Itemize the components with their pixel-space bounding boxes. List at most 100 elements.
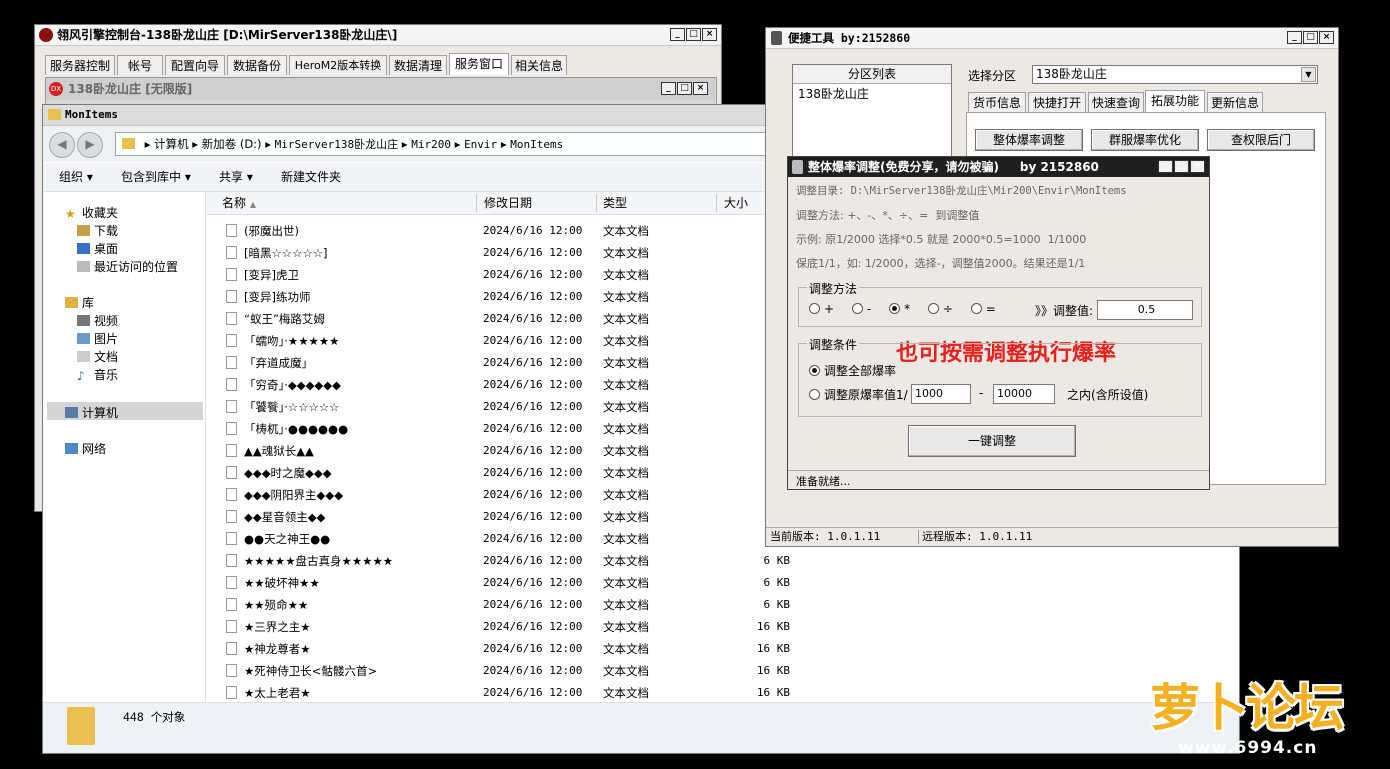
tool-maximize-icon[interactable]: □: [1303, 31, 1318, 44]
tab-quick-query[interactable]: 快速查询: [1088, 92, 1144, 112]
table-row[interactable]: 「饕餮」·☆☆☆☆☆ 2024/6/16 12:00 文本文档: [206, 396, 766, 418]
tab-currency[interactable]: 货币信息: [968, 92, 1026, 112]
check-backdoor-button[interactable]: 查权限后门: [1207, 129, 1315, 151]
col-date[interactable]: 修改日期: [484, 192, 532, 214]
dialog-close-icon[interactable]: ×: [1190, 160, 1205, 173]
child-maximize-icon[interactable]: □: [677, 82, 692, 95]
chevron-down-icon[interactable]: ▼: [1301, 67, 1316, 82]
crumb-mir200[interactable]: Mir200: [411, 138, 451, 151]
table-row[interactable]: ★死神侍卫长<骷髅六首> 2024/6/16 12:00 文本文档 16 KB: [206, 660, 790, 682]
range-from-input[interactable]: 1000: [911, 384, 971, 404]
value-label: 》》调整值:: [1035, 304, 1094, 318]
tab-herom2[interactable]: HeroM2版本转换: [289, 55, 387, 75]
forward-icon[interactable]: ▶: [77, 132, 103, 158]
op-minus-radio[interactable]: -: [851, 302, 871, 316]
table-row[interactable]: “蚁王”梅路艾姆 2024/6/16 12:00 文本文档: [206, 308, 766, 330]
nav-network[interactable]: 网络: [65, 440, 106, 457]
table-row[interactable]: ★太上老君★ 2024/6/16 12:00 文本文档 16 KB: [206, 682, 790, 704]
group-optimize-button[interactable]: 群服爆率优化: [1091, 129, 1199, 151]
dialog-minimize-icon[interactable]: _: [1158, 160, 1173, 173]
tab-data-clean[interactable]: 数据清理: [389, 55, 447, 75]
table-row[interactable]: ★★★★★盘古真身★★★★★ 2024/6/16 12:00 文本文档 6 KB: [206, 550, 790, 572]
table-row[interactable]: [变异]练功师 2024/6/16 12:00 文本文档: [206, 286, 766, 308]
tab-related-info[interactable]: 相关信息: [511, 55, 567, 75]
partition-item[interactable]: 138卧龙山庄: [793, 84, 951, 104]
console-titlebar[interactable]: 翎风引擎控制台-138卧龙山庄 [D:\MirServer138卧龙山庄\] _…: [35, 25, 721, 46]
child-minimize-icon[interactable]: _: [661, 82, 676, 95]
nav-favorites[interactable]: ★ 收藏夹: [65, 204, 118, 221]
col-type[interactable]: 类型: [603, 192, 627, 214]
tab-update-info[interactable]: 更新信息: [1207, 92, 1263, 112]
file-size: 16 KB: [756, 664, 790, 677]
tab-server-control[interactable]: 服务器控制: [45, 55, 115, 75]
table-row[interactable]: ★★破坏神★★ 2024/6/16 12:00 文本文档 6 KB: [206, 572, 790, 594]
tab-quick-open[interactable]: 快捷打开: [1028, 92, 1086, 112]
table-row[interactable]: ▲▲魂狱长▲▲ 2024/6/16 12:00 文本文档: [206, 440, 766, 462]
nav-downloads[interactable]: 下载: [77, 222, 118, 239]
nav-computer[interactable]: 计算机: [47, 402, 203, 420]
table-row[interactable]: [暗黑☆☆☆☆☆] 2024/6/16 12:00 文本文档: [206, 242, 766, 264]
col-size[interactable]: 大小: [724, 192, 748, 214]
nav-documents[interactable]: 文档: [77, 348, 118, 365]
table-row[interactable]: 「穷奇」·◆◆◆◆◆◆ 2024/6/16 12:00 文本文档: [206, 374, 766, 396]
tool-close-icon[interactable]: ×: [1319, 31, 1334, 44]
tab-extend[interactable]: 拓展功能: [1145, 90, 1205, 112]
opt-range-radio[interactable]: 调整原爆率值1/: [809, 386, 908, 403]
nav-videos[interactable]: 视频: [77, 312, 118, 329]
partition-select[interactable]: 138卧龙山庄 ▼: [1032, 65, 1318, 84]
crumb-envir[interactable]: Envir: [464, 138, 497, 151]
tab-data-backup[interactable]: 数据备份: [227, 55, 287, 75]
child-close-icon[interactable]: ×: [693, 82, 708, 95]
table-row[interactable]: ★三界之主★ 2024/6/16 12:00 文本文档 16 KB: [206, 616, 790, 638]
minimize-icon[interactable]: _: [670, 28, 685, 41]
one-click-adjust-button[interactable]: 一键调整: [908, 425, 1076, 457]
dialog-titlebar[interactable]: 整体爆率调整(免费分享，请勿被骗) by 2152860 _ □ ×: [788, 157, 1209, 177]
table-row[interactable]: ◆◆星音领主◆◆ 2024/6/16 12:00 文本文档: [206, 506, 766, 528]
table-row[interactable]: [变异]虎卫 2024/6/16 12:00 文本文档: [206, 264, 766, 286]
tab-config-wizard[interactable]: 配置向导: [165, 55, 225, 75]
text-file-icon: [226, 642, 237, 655]
crumb-mirserver[interactable]: MirServer138卧龙山庄: [275, 138, 398, 151]
table-row[interactable]: (邪魔出世)2024/6/16 12:00文本文档1: [206, 220, 790, 242]
adjust-value-input[interactable]: 0.5: [1097, 300, 1193, 320]
op-multiply-radio[interactable]: *: [889, 302, 910, 316]
tool-minimize-icon[interactable]: _: [1287, 31, 1302, 44]
overall-droprate-button[interactable]: 整体爆率调整: [975, 129, 1083, 151]
table-row[interactable]: ★神龙尊者★ 2024/6/16 12:00 文本文档 16 KB: [206, 638, 790, 660]
op-plus-radio[interactable]: +: [809, 302, 834, 316]
organize-button[interactable]: 组织 ▾: [59, 163, 93, 191]
desktop-icon: [77, 243, 90, 254]
crumb-drive[interactable]: 新加卷 (D:): [202, 137, 262, 151]
crumb-monitems[interactable]: MonItems: [510, 138, 563, 151]
op-equals-radio[interactable]: =: [970, 302, 996, 316]
nav-desktop[interactable]: 桌面: [77, 240, 118, 257]
new-folder-button[interactable]: 新建文件夹: [281, 163, 341, 191]
close-icon[interactable]: ×: [702, 28, 717, 41]
table-row[interactable]: 「梼杌」·●●●●●● 2024/6/16 12:00 文本文档: [206, 418, 766, 440]
table-row[interactable]: ●●天之神王●● 2024/6/16 12:00 文本文档: [206, 528, 766, 550]
table-row[interactable]: ★★殒命★★ 2024/6/16 12:00 文本文档 6 KB: [206, 594, 790, 616]
text-file-icon: [226, 356, 237, 369]
share-button[interactable]: 共享 ▾: [219, 163, 253, 191]
op-divide-radio[interactable]: ÷: [927, 302, 953, 316]
opt-all-radio[interactable]: 调整全部爆率: [809, 362, 896, 379]
tab-service-window[interactable]: 服务窗口: [449, 53, 509, 75]
include-library-button[interactable]: 包含到库中 ▾: [121, 163, 191, 191]
table-row[interactable]: 「弃道成魔」 2024/6/16 12:00 文本文档: [206, 352, 766, 374]
nav-pictures[interactable]: 图片: [77, 330, 118, 347]
nav-recent[interactable]: 最近访问的位置: [77, 258, 178, 275]
dialog-maximize-icon[interactable]: □: [1174, 160, 1189, 173]
quick-tool-titlebar[interactable]: 便捷工具 by:2152860 _ □ ×: [766, 28, 1338, 49]
table-row[interactable]: ◆◆◆阴阳界主◆◆◆ 2024/6/16 12:00 文本文档: [206, 484, 766, 506]
table-row[interactable]: ◆◆◆时之魔◆◆◆ 2024/6/16 12:00 文本文档: [206, 462, 766, 484]
child-titlebar[interactable]: DX 138卧龙山庄 [无限版] _ □ ×: [46, 78, 716, 100]
tab-account[interactable]: 帐号: [117, 55, 163, 75]
back-icon[interactable]: ◀: [49, 132, 75, 158]
nav-music[interactable]: ♪ 音乐: [77, 366, 118, 383]
maximize-icon[interactable]: □: [686, 28, 701, 41]
nav-libraries[interactable]: 库: [65, 294, 94, 311]
table-row[interactable]: 「蠕吻」·★★★★★ 2024/6/16 12:00 文本文档: [206, 330, 766, 352]
crumb-computer[interactable]: 计算机: [154, 137, 189, 151]
range-to-input[interactable]: 10000: [993, 384, 1055, 404]
col-name[interactable]: 名称 ▲: [222, 192, 256, 216]
